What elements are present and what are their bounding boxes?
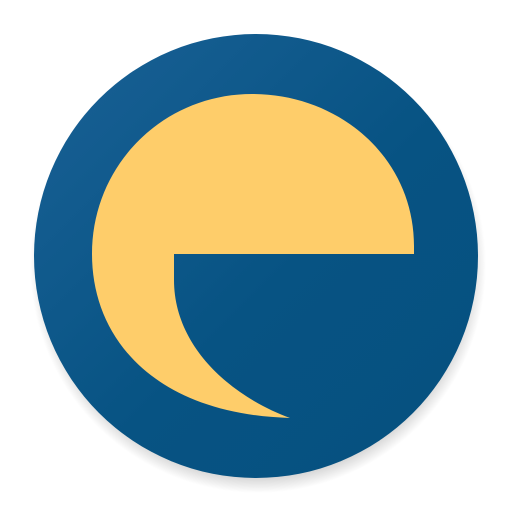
app-icon [0, 0, 512, 512]
letter-e-logo-icon [30, 34, 486, 493]
